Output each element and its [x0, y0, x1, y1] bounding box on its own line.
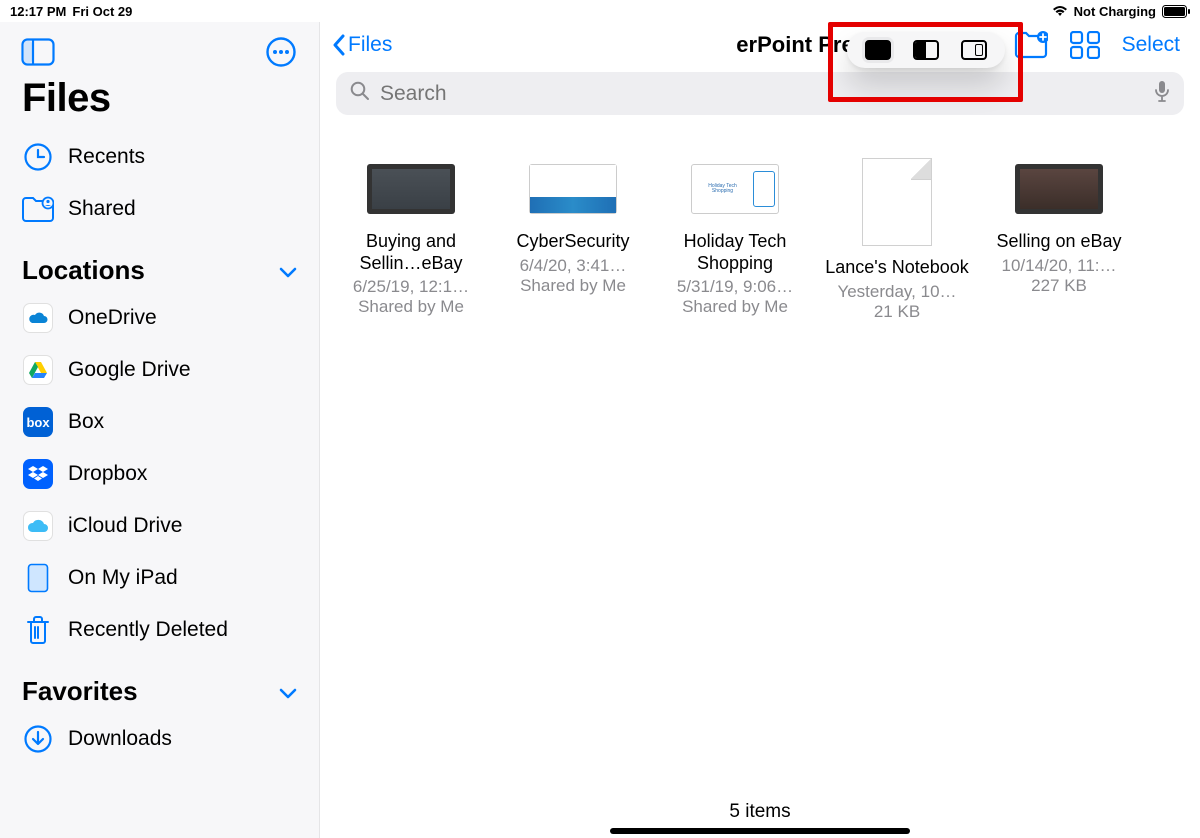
- ipad-icon: [22, 562, 54, 594]
- more-options-button[interactable]: [261, 32, 301, 72]
- file-meta: 10/14/20, 11:…: [1002, 255, 1117, 276]
- files-grid: Buying and Sellin…eBay 6/25/19, 12:1… Sh…: [320, 123, 1200, 786]
- sidebar-item-shared[interactable]: Shared: [0, 183, 319, 235]
- file-sub: Shared by Me: [520, 276, 626, 296]
- sidebar-item-onmyipad[interactable]: On My iPad: [0, 552, 319, 604]
- trash-icon: [22, 614, 54, 646]
- sidebar: Files Recents Shared Locations: [0, 22, 320, 838]
- status-bar: 12:17 PM Fri Oct 29 Not Charging: [0, 0, 1200, 22]
- sidebar-item-recents[interactable]: Recents: [0, 131, 319, 183]
- sidebar-item-label: Recents: [68, 145, 145, 169]
- file-sub: Shared by Me: [682, 297, 788, 317]
- content-header: Files erPoint Presentations Select: [320, 22, 1200, 64]
- search-icon: [350, 81, 370, 106]
- sidebar-item-icloud[interactable]: iCloud Drive: [0, 500, 319, 552]
- file-item[interactable]: Selling on eBay 10/14/20, 11:… 227 KB: [978, 157, 1140, 322]
- dropbox-icon: [22, 458, 54, 490]
- file-meta: 6/25/19, 12:1…: [353, 276, 469, 297]
- onedrive-icon: [22, 302, 54, 334]
- sidebar-title: Files: [0, 72, 319, 131]
- section-header-label: Favorites: [22, 676, 138, 707]
- view-options-button[interactable]: [1070, 31, 1100, 59]
- file-meta: 6/4/20, 3:41…: [520, 255, 627, 276]
- sidebar-item-dropbox[interactable]: Dropbox: [0, 448, 319, 500]
- locations-header[interactable]: Locations: [0, 235, 319, 292]
- file-name: Holiday Tech Shopping: [660, 231, 810, 274]
- sidebar-item-label: OneDrive: [68, 306, 157, 330]
- sidebar-item-label: Dropbox: [68, 462, 147, 486]
- footer: 5 items: [320, 786, 1200, 838]
- sidebar-item-googledrive[interactable]: Google Drive: [0, 344, 319, 396]
- status-time: 12:17 PM: [10, 4, 66, 19]
- sidebar-item-onedrive[interactable]: OneDrive: [0, 292, 319, 344]
- file-name: CyberSecurity: [516, 231, 629, 253]
- fullscreen-option[interactable]: [865, 40, 891, 60]
- icloud-icon: [22, 510, 54, 542]
- file-item[interactable]: Lance's Notebook Yesterday, 10… 21 KB: [816, 157, 978, 322]
- sidebar-item-label: Recently Deleted: [68, 618, 228, 642]
- chevron-down-icon: [279, 676, 297, 707]
- file-meta: 5/31/19, 9:06…: [677, 276, 793, 297]
- file-thumbnail: [361, 157, 461, 221]
- favorites-header[interactable]: Favorites: [0, 656, 319, 713]
- file-sub: 21 KB: [874, 302, 920, 322]
- chevron-left-icon: [332, 34, 346, 56]
- googledrive-icon: [22, 354, 54, 386]
- file-sub: Shared by Me: [358, 297, 464, 317]
- sidebar-item-label: Google Drive: [68, 358, 191, 382]
- content-area: Files erPoint Presentations Select: [320, 22, 1200, 838]
- sidebar-item-label: Downloads: [68, 727, 172, 751]
- file-item[interactable]: Buying and Sellin…eBay 6/25/19, 12:1… Sh…: [330, 157, 492, 322]
- file-name: Selling on eBay: [996, 231, 1121, 253]
- back-button[interactable]: Files: [332, 33, 392, 57]
- sidebar-item-label: On My iPad: [68, 566, 178, 590]
- status-date: Fri Oct 29: [72, 4, 132, 19]
- select-button[interactable]: Select: [1122, 33, 1180, 57]
- search-input[interactable]: [380, 82, 1144, 106]
- shared-folder-icon: [22, 193, 54, 225]
- battery-text: Not Charging: [1074, 4, 1156, 19]
- sidebar-item-label: iCloud Drive: [68, 514, 182, 538]
- home-indicator[interactable]: [610, 828, 910, 834]
- multitasking-overlay: [828, 22, 1023, 102]
- file-name: Lance's Notebook: [825, 257, 969, 279]
- sidebar-item-recently-deleted[interactable]: Recently Deleted: [0, 604, 319, 656]
- multitasking-pill: [847, 32, 1005, 68]
- file-item[interactable]: Holiday TechShopping Holiday Tech Shoppi…: [654, 157, 816, 322]
- downloads-icon: [22, 723, 54, 755]
- file-thumbnail: Holiday TechShopping: [685, 157, 785, 221]
- wifi-icon: [1052, 5, 1068, 17]
- back-label: Files: [348, 33, 392, 57]
- file-thumbnail: [1009, 157, 1109, 221]
- sidebar-item-label: Shared: [68, 197, 136, 221]
- battery-icon: [1162, 5, 1190, 18]
- file-thumbnail: [523, 157, 623, 221]
- file-item[interactable]: CyberSecurity 6/4/20, 3:41… Shared by Me: [492, 157, 654, 322]
- sidebar-item-label: Box: [68, 410, 104, 434]
- section-header-label: Locations: [22, 255, 145, 286]
- sidebar-item-box[interactable]: box Box: [0, 396, 319, 448]
- sidebar-item-downloads[interactable]: Downloads: [0, 713, 319, 765]
- slideover-option[interactable]: [961, 40, 987, 60]
- splitview-option[interactable]: [913, 40, 939, 60]
- file-meta: Yesterday, 10…: [837, 281, 956, 302]
- mic-icon[interactable]: [1154, 80, 1170, 107]
- search-bar[interactable]: [336, 72, 1184, 115]
- clock-icon: [22, 141, 54, 173]
- chevron-down-icon: [279, 255, 297, 286]
- item-count: 5 items: [729, 801, 790, 823]
- toggle-sidebar-button[interactable]: [18, 32, 58, 72]
- file-name: Buying and Sellin…eBay: [336, 231, 486, 274]
- file-sub: 227 KB: [1031, 276, 1087, 296]
- file-thumbnail: [847, 157, 947, 247]
- box-icon: box: [22, 406, 54, 438]
